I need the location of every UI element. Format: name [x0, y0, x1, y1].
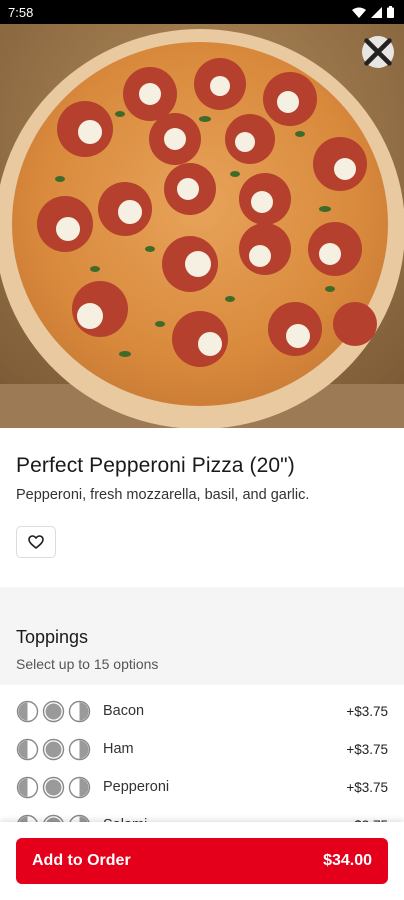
- topping-name: Ham: [103, 741, 134, 757]
- favorite-button[interactable]: [16, 526, 56, 558]
- order-total: $34.00: [323, 852, 372, 869]
- topping-row-pepperoni[interactable]: Pepperoni +$3.75: [0, 768, 404, 806]
- item-photo: [0, 24, 404, 428]
- close-icon: [364, 38, 392, 66]
- topping-price: +$3.75: [346, 779, 388, 795]
- status-bar: 7:58: [0, 0, 404, 24]
- battery-icon: [387, 6, 394, 18]
- topping-row-bacon[interactable]: Bacon +$3.75: [0, 692, 404, 730]
- item-details: Perfect Pepperoni Pizza (20") Pepperoni,…: [0, 428, 404, 558]
- right-half-icon[interactable]: [68, 700, 91, 723]
- topping-name: Bacon: [103, 703, 145, 719]
- toppings-header: Toppings Select up to 15 options: [0, 587, 404, 685]
- topping-name: Pepperoni: [103, 779, 170, 795]
- wifi-icon: [352, 7, 366, 18]
- whole-icon[interactable]: [42, 738, 65, 761]
- whole-icon[interactable]: [42, 776, 65, 799]
- item-description: Pepperoni, fresh mozzarella, basil, and …: [16, 487, 310, 503]
- left-half-icon[interactable]: [16, 776, 39, 799]
- toppings-subtitle: Select up to 15 options: [16, 656, 159, 672]
- close-button[interactable]: [362, 36, 394, 68]
- topping-row-ham[interactable]: Ham +$3.75: [0, 730, 404, 768]
- whole-icon[interactable]: [42, 700, 65, 723]
- placement-selector: [16, 738, 91, 761]
- add-to-order-label: Add to Order: [32, 852, 131, 869]
- status-time: 7:58: [8, 4, 34, 20]
- placement-selector: [16, 700, 91, 723]
- bottom-bar: Add to Order $34.00: [0, 822, 404, 900]
- toppings-title: Toppings: [16, 627, 89, 647]
- status-icons: [352, 6, 394, 18]
- pizza-image: [0, 24, 404, 428]
- left-half-icon[interactable]: [16, 700, 39, 723]
- placement-selector: [16, 776, 91, 799]
- item-title: Perfect Pepperoni Pizza (20"): [16, 454, 295, 477]
- right-half-icon[interactable]: [68, 776, 91, 799]
- topping-price: +$3.75: [346, 741, 388, 757]
- add-to-order-button[interactable]: Add to Order $34.00: [16, 838, 388, 884]
- left-half-icon[interactable]: [16, 738, 39, 761]
- heart-icon: [28, 535, 44, 549]
- signal-icon: [371, 6, 382, 18]
- right-half-icon[interactable]: [68, 738, 91, 761]
- topping-price: +$3.75: [346, 703, 388, 719]
